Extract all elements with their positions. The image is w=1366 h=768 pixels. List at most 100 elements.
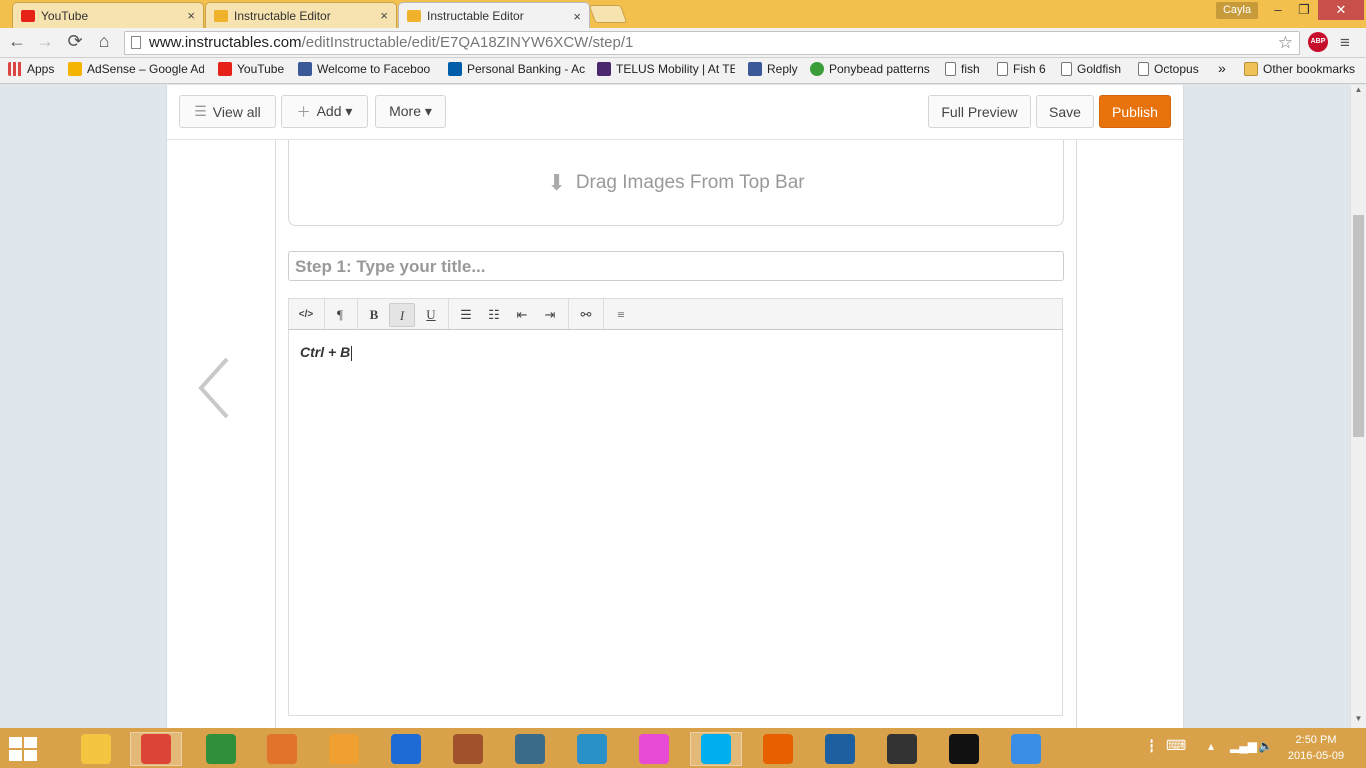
app-tiles-taskbar-button[interactable] xyxy=(256,732,308,766)
system-clock[interactable]: 2:50 PM 2016-05-09 xyxy=(1276,732,1356,764)
bold-button[interactable]: B xyxy=(361,303,387,327)
tab-youtube[interactable]: YouTube × xyxy=(12,2,204,28)
windows-start-icon[interactable] xyxy=(8,736,38,762)
bookmark-octopus[interactable]: Octopus xyxy=(1138,62,1206,76)
bookmark-label: Welcome to Faceboo xyxy=(317,62,431,76)
step-editor: ⬇ Drag Images From Top Bar Step 1: Type … xyxy=(275,140,1077,728)
malwarebytes-taskbar-button[interactable] xyxy=(380,732,432,766)
step-body-editor[interactable]: Ctrl + B xyxy=(288,330,1063,716)
bookmark-goldfish[interactable]: Goldfish xyxy=(1061,62,1129,76)
minimize-button[interactable]: – xyxy=(1264,0,1292,20)
view-all-label: View all xyxy=(212,103,261,120)
fish-app-icon xyxy=(577,734,607,764)
new-tab-button[interactable] xyxy=(588,5,628,23)
bookmark-facebook[interactable]: Welcome to Faceboo xyxy=(298,62,435,76)
adblock-plus-icon[interactable]: ABP xyxy=(1308,32,1328,52)
indent-button[interactable]: ⇥ xyxy=(537,303,563,327)
skype-taskbar-button[interactable] xyxy=(690,732,742,766)
instructables-robot-icon xyxy=(214,9,228,22)
image-drop-zone[interactable]: ⬇ Drag Images From Top Bar xyxy=(288,140,1064,226)
hypercam-icon xyxy=(887,734,917,764)
video-player-taskbar-button[interactable] xyxy=(938,732,990,766)
youtube-icon xyxy=(21,9,35,22)
view-all-button[interactable]: ☰ View all xyxy=(179,95,276,128)
step-title-input[interactable]: Step 1: Type your title... xyxy=(288,251,1064,281)
remote-desktop-icon xyxy=(825,734,855,764)
tab-title: Instructable Editor xyxy=(427,9,524,23)
align-button[interactable]: ≡ xyxy=(608,303,634,327)
itunes-taskbar-button[interactable] xyxy=(628,732,680,766)
store-taskbar-button[interactable] xyxy=(442,732,494,766)
source-code-button[interactable]: </> xyxy=(293,303,319,327)
window-close-button[interactable]: ✕ xyxy=(1318,0,1364,20)
bookmark-star-icon[interactable]: ☆ xyxy=(1278,32,1293,54)
italic-button[interactable]: I xyxy=(389,303,415,327)
bookmark-label: Fish 6 xyxy=(1013,62,1046,76)
link-button[interactable]: ⚯ xyxy=(573,303,599,327)
paragraph-button[interactable]: ¶ xyxy=(327,303,353,327)
unordered-list-button[interactable]: ☰ xyxy=(453,303,479,327)
bookmark-adsense[interactable]: AdSense – Google Ad xyxy=(68,62,204,76)
reload-button[interactable]: ⟳ xyxy=(64,31,86,52)
keyboard-icon[interactable]: ⌨ xyxy=(1166,737,1186,754)
movie-maker-taskbar-button[interactable] xyxy=(504,732,556,766)
wps-writer-icon xyxy=(206,734,236,764)
more-bookmarks-button[interactable]: » xyxy=(1218,60,1226,76)
wps-writer-taskbar-button[interactable] xyxy=(195,732,247,766)
editor-panel: ☰ View all ＋ Add ▾ More ▾ Full Preview Sav… xyxy=(166,85,1184,728)
scrollbar-thumb[interactable] xyxy=(1353,215,1364,437)
tab-close-icon[interactable]: × xyxy=(380,8,388,23)
bookmark-rbc[interactable]: Personal Banking - Ac xyxy=(448,62,586,76)
bookmark-telus[interactable]: TELUS Mobility | At TE xyxy=(597,62,735,76)
outdent-button[interactable]: ⇤ xyxy=(509,303,535,327)
media-player-icon xyxy=(329,734,359,764)
hypercam-taskbar-button[interactable] xyxy=(876,732,928,766)
previous-step-arrow-icon[interactable] xyxy=(197,355,237,421)
fish-app-taskbar-button[interactable] xyxy=(566,732,618,766)
bookmark-fish[interactable]: fish xyxy=(945,62,989,76)
forward-button[interactable]: → xyxy=(34,31,56,52)
bookmark-fish-6[interactable]: Fish 6 xyxy=(997,62,1051,76)
bookmark-reply[interactable]: Reply xyxy=(748,62,803,76)
underline-button[interactable]: U xyxy=(418,303,444,327)
add-button[interactable]: ＋ Add ▾ xyxy=(281,95,368,128)
firefox-taskbar-button[interactable] xyxy=(752,732,804,766)
ordered-list-button[interactable]: ☷ xyxy=(481,303,507,327)
file-explorer-taskbar-button[interactable] xyxy=(70,732,122,766)
restore-button[interactable]: ❐ xyxy=(1290,0,1318,20)
chrome-taskbar-button[interactable] xyxy=(130,732,182,766)
bookmark-ponybead[interactable]: Ponybead patterns xyxy=(810,62,935,76)
network-icon[interactable]: ▂▄▆ xyxy=(1230,739,1257,753)
scroll-up-arrow-icon[interactable]: ▲ xyxy=(1351,85,1366,99)
tab-instructable-editor-1[interactable]: Instructable Editor × xyxy=(205,2,397,28)
publish-button[interactable]: Publish xyxy=(1099,95,1171,128)
tab-title: YouTube xyxy=(41,8,89,23)
tab-instructable-editor-active[interactable]: Instructable Editor × xyxy=(398,2,590,29)
bookmark-youtube[interactable]: YouTube xyxy=(218,62,288,76)
more-button[interactable]: More ▾ xyxy=(375,95,446,128)
save-button[interactable]: Save xyxy=(1036,95,1094,128)
volume-icon[interactable]: 🔈 xyxy=(1258,739,1273,753)
page-scrollbar[interactable]: ▲ ▼ xyxy=(1350,85,1366,728)
store-icon xyxy=(453,734,483,764)
tab-close-icon[interactable]: × xyxy=(187,8,195,23)
media-player-taskbar-button[interactable] xyxy=(318,732,370,766)
page-content: ☰ View all ＋ Add ▾ More ▾ Full Preview Sav… xyxy=(0,85,1350,728)
address-bar[interactable]: www.instructables.com/editInstructable/e… xyxy=(124,31,1300,55)
other-bookmarks[interactable]: Other bookmarks xyxy=(1244,62,1364,76)
scroll-down-arrow-icon[interactable]: ▼ xyxy=(1351,714,1366,728)
chrome-menu-icon[interactable]: ≡ xyxy=(1340,33,1350,53)
show-hidden-icons[interactable]: ┇ xyxy=(1148,739,1155,753)
bookmark-apps[interactable]: Apps xyxy=(8,62,64,76)
movie-maker-icon xyxy=(515,734,545,764)
home-button[interactable]: ⌂ xyxy=(93,31,115,52)
remote-desktop-taskbar-button[interactable] xyxy=(814,732,866,766)
bookmarks-bar: Apps AdSense – Google Ad YouTube Welcome… xyxy=(0,58,1366,84)
safari-taskbar-button[interactable] xyxy=(1000,732,1052,766)
full-preview-button[interactable]: Full Preview xyxy=(928,95,1031,128)
back-button[interactable]: ← xyxy=(6,31,28,52)
profile-button[interactable]: Cayla xyxy=(1216,2,1258,19)
tab-close-icon[interactable]: × xyxy=(573,9,581,24)
safari-icon xyxy=(1011,734,1041,764)
tray-arrow-icon[interactable]: ▴ xyxy=(1208,739,1214,753)
